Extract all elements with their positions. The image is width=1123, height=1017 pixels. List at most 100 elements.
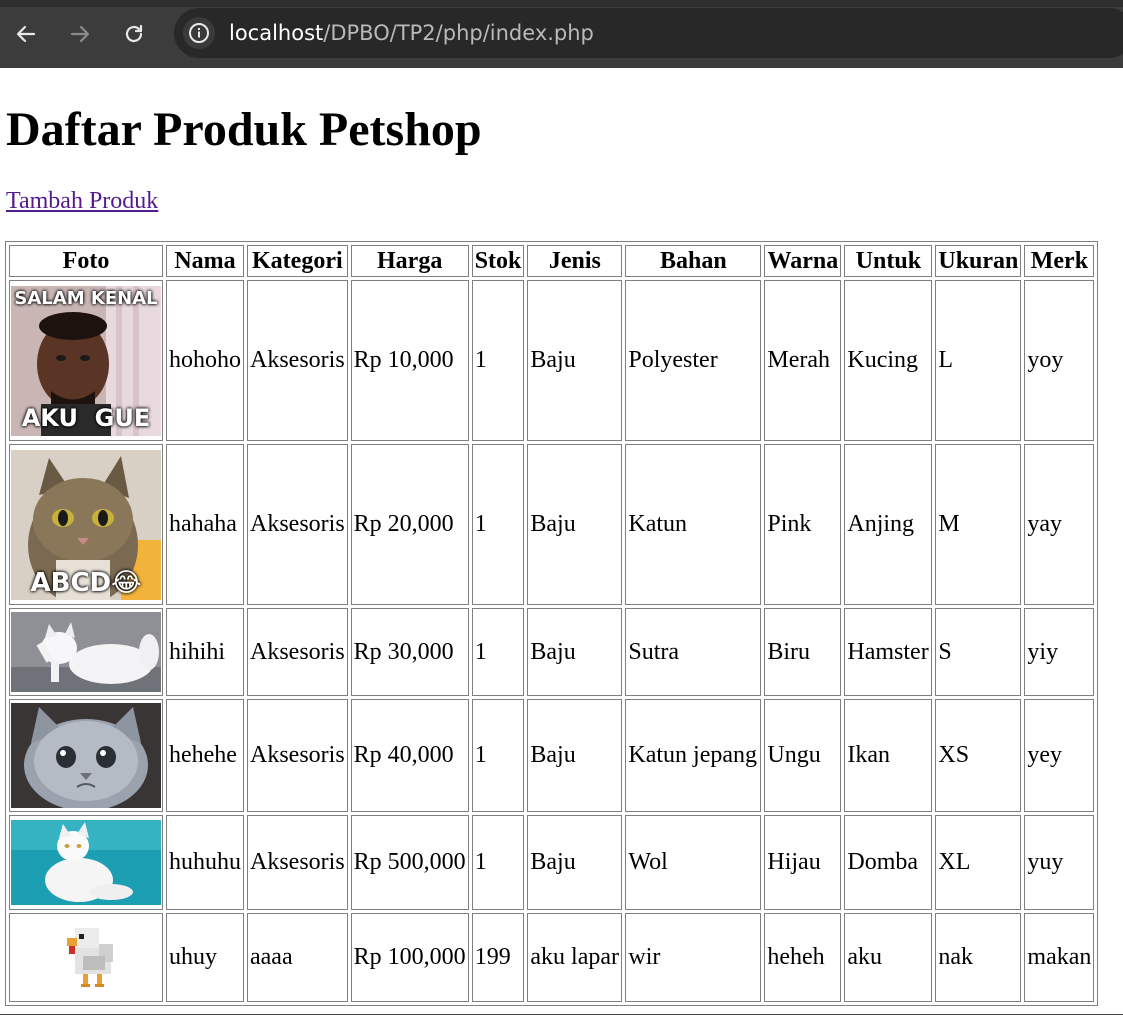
cell-warna: Merah <box>764 280 842 441</box>
cell-nama: hahaha <box>166 444 244 605</box>
cell-ukuran: L <box>935 280 1022 441</box>
grey-kitten-photo <box>11 703 161 808</box>
product-photo-persian-cat <box>11 612 161 692</box>
cell-merk: makan <box>1024 913 1095 1002</box>
cell-bahan: Sutra <box>625 608 762 696</box>
back-button[interactable] <box>6 14 46 54</box>
cell-stok: 1 <box>471 815 525 910</box>
cell-jenis: Baju <box>527 444 623 605</box>
cell-harga: Rp 100,000 <box>350 913 469 1002</box>
cell-nama: hihihi <box>166 608 244 696</box>
cell-warna: Pink <box>764 444 842 605</box>
cell-stok: 1 <box>471 444 525 605</box>
table-row: huhuhu Aksesoris Rp 500,000 1 Baju Wol H… <box>9 815 1095 910</box>
photo-cell <box>9 815 163 910</box>
cell-bahan: wir <box>625 913 762 1002</box>
header-ukuran: Ukuran <box>935 245 1022 277</box>
header-bahan: Bahan <box>625 245 762 277</box>
arrow-right-icon <box>70 25 90 43</box>
table-row: hihihi Aksesoris Rp 30,000 1 Baju Sutra … <box>9 608 1095 696</box>
address-bar[interactable]: localhost/DPBO/TP2/php/index.php <box>174 8 1123 58</box>
photo-cell: ABCD😂 <box>9 444 163 605</box>
products-table: Foto Nama Kategori Harga Stok Jenis Baha… <box>5 241 1099 1006</box>
cell-untuk: Ikan <box>844 699 933 812</box>
cell-stok: 1 <box>471 699 525 812</box>
header-harga: Harga <box>350 245 469 277</box>
header-kategori: Kategori <box>247 245 348 277</box>
arrow-left-icon <box>16 25 36 43</box>
cell-harga: Rp 40,000 <box>350 699 469 812</box>
cell-jenis: Baju <box>527 815 623 910</box>
page-title: Daftar Produk Petshop <box>6 103 482 156</box>
meme-bottom-caption: ABCD😂 <box>30 567 142 598</box>
meme-bottom-caption: AKU GUE <box>21 403 151 432</box>
cell-stok: 199 <box>471 913 525 1002</box>
white-cat-photo <box>11 820 161 905</box>
meme-top-caption: SALAM KENAL <box>14 287 158 309</box>
cell-harga: Rp 20,000 <box>350 444 469 605</box>
cell-merk: yey <box>1024 699 1095 812</box>
page-content: Daftar Produk Petshop Tambah Produk Foto… <box>0 68 1123 1017</box>
tab-strip-edge <box>0 0 1123 7</box>
cell-untuk: Kucing <box>844 280 933 441</box>
cell-merk: yay <box>1024 444 1095 605</box>
viewport-bottom-divider <box>0 1014 1123 1015</box>
cell-kategori: Aksesoris <box>247 699 348 812</box>
browser-toolbar: localhost/DPBO/TP2/php/index.php <box>0 0 1123 68</box>
url-text: localhost/DPBO/TP2/php/index.php <box>229 21 594 45</box>
pixel-chicken-photo <box>67 927 113 987</box>
forward-button[interactable] <box>60 14 100 54</box>
cell-untuk: Domba <box>844 815 933 910</box>
cell-untuk: Anjing <box>844 444 933 605</box>
reload-button[interactable] <box>114 14 154 54</box>
cell-warna: Hijau <box>764 815 842 910</box>
cell-bahan: Katun jepang <box>625 699 762 812</box>
cell-kategori: aaaa <box>247 913 348 1002</box>
product-photo-pixel-chicken <box>11 922 161 994</box>
header-warna: Warna <box>764 245 842 277</box>
table-row: ABCD😂 hahaha Aksesoris Rp 20,000 1 Baju … <box>9 444 1095 605</box>
cell-untuk: Hamster <box>844 608 933 696</box>
photo-cell <box>9 913 163 1002</box>
cell-jenis: Baju <box>527 280 623 441</box>
url-path: /DPBO/TP2/php/index.php <box>323 21 594 45</box>
cell-ukuran: XL <box>935 815 1022 910</box>
product-photo-white-cat <box>11 820 161 905</box>
photo-cell <box>9 608 163 696</box>
table-header-row: Foto Nama Kategori Harga Stok Jenis Baha… <box>9 245 1095 277</box>
header-stok: Stok <box>471 245 525 277</box>
add-product-link[interactable]: Tambah Produk <box>6 186 158 216</box>
cell-ukuran: S <box>935 608 1022 696</box>
cell-merk: yiy <box>1024 608 1095 696</box>
cell-stok: 1 <box>471 280 525 441</box>
product-photo-grey-kitten <box>11 703 161 808</box>
cell-warna: heheh <box>764 913 842 1002</box>
cell-bahan: Katun <box>625 444 762 605</box>
site-info-button[interactable] <box>183 17 215 49</box>
cell-kategori: Aksesoris <box>247 608 348 696</box>
table-row: hehehe Aksesoris Rp 40,000 1 Baju Katun … <box>9 699 1095 812</box>
cell-ukuran: M <box>935 444 1022 605</box>
info-icon <box>189 23 209 43</box>
cell-warna: Biru <box>764 608 842 696</box>
photo-cell: SALAM KENAL AKU GUE <box>9 280 163 441</box>
cell-jenis: aku lapar <box>527 913 623 1002</box>
cell-kategori: Aksesoris <box>247 280 348 441</box>
header-nama: Nama <box>166 245 244 277</box>
header-untuk: Untuk <box>844 245 933 277</box>
cell-harga: Rp 30,000 <box>350 608 469 696</box>
header-jenis: Jenis <box>527 245 623 277</box>
product-photo-meme-man: SALAM KENAL AKU GUE <box>11 285 161 436</box>
cell-kategori: Aksesoris <box>247 815 348 910</box>
cell-merk: yuy <box>1024 815 1095 910</box>
url-host: localhost <box>229 21 324 45</box>
table-row: SALAM KENAL AKU GUE hohoho Aksesoris Rp … <box>9 280 1095 441</box>
table-row: uhuy aaaa Rp 100,000 199 aku lapar wir h… <box>9 913 1095 1002</box>
header-merk: Merk <box>1024 245 1095 277</box>
cell-ukuran: XS <box>935 699 1022 812</box>
cell-jenis: Baju <box>527 608 623 696</box>
cell-merk: yoy <box>1024 280 1095 441</box>
persian-cat-photo <box>11 612 161 692</box>
cell-ukuran: nak <box>935 913 1022 1002</box>
cell-jenis: Baju <box>527 699 623 812</box>
